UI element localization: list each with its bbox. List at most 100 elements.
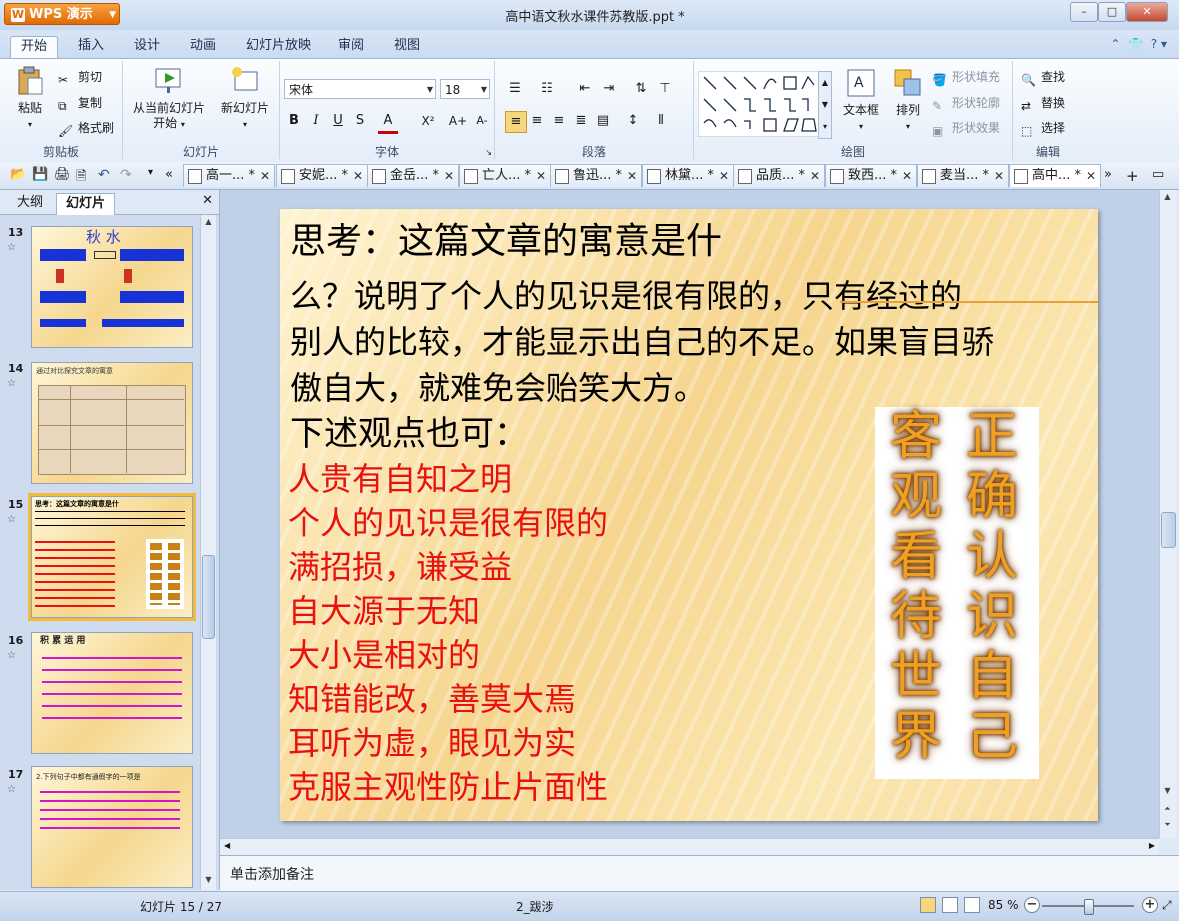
document-tab[interactable]: 安妮... * ✕: [276, 164, 368, 187]
undo-icon[interactable]: ↶: [98, 167, 114, 183]
text-direction-icon[interactable]: ⇅: [631, 79, 651, 99]
document-tab[interactable]: 鲁迅... * ✕: [550, 164, 642, 187]
document-tab[interactable]: 亡人... * ✕: [459, 164, 551, 187]
close-tab-icon[interactable]: ✕: [444, 165, 454, 187]
justify-icon[interactable]: ≣: [571, 111, 591, 131]
superscript-button[interactable]: X²: [418, 111, 438, 131]
shirt-icon[interactable]: 👕: [1128, 37, 1143, 51]
italic-button[interactable]: I: [306, 111, 326, 131]
slides-pane-scrollbar[interactable]: ▲ ▼: [200, 215, 216, 890]
new-tab-icon[interactable]: +: [1126, 167, 1142, 185]
close-tab-icon[interactable]: ✕: [902, 165, 912, 187]
red-point[interactable]: 克服主观性防止片面性: [288, 765, 608, 809]
align-center-icon[interactable]: ≡: [527, 111, 547, 131]
document-tab[interactable]: 金岳... * ✕: [367, 164, 459, 187]
document-tab[interactable]: 高一... * ✕: [183, 164, 275, 187]
redo-icon[interactable]: ↷: [120, 167, 136, 183]
align-left-icon[interactable]: ≡: [505, 111, 527, 133]
help-icon[interactable]: ?: [1151, 37, 1157, 51]
shapes-gallery[interactable]: [698, 71, 830, 137]
cut-button[interactable]: ✂ 剪切: [58, 67, 102, 87]
tab-slides[interactable]: 幻灯片: [56, 193, 116, 215]
slide-thumbnail[interactable]: 秋 水: [31, 226, 193, 348]
notes-placeholder[interactable]: 单击添加备注: [230, 864, 314, 884]
zoom-slider-thumb[interactable]: [1084, 899, 1094, 915]
close-pane-icon[interactable]: ✕: [202, 193, 213, 208]
dialog-launcher-icon[interactable]: ↘: [485, 148, 492, 157]
app-menu-button[interactable]: W WPS 演示 ▼: [4, 3, 120, 25]
scroll-up-icon[interactable]: ▲: [201, 217, 216, 226]
font-color-button[interactable]: A: [378, 111, 398, 134]
shrink-font-button[interactable]: A-: [472, 111, 492, 131]
find-button[interactable]: 🔍 查找: [1021, 67, 1065, 87]
bold-button[interactable]: B: [284, 111, 304, 131]
close-tab-icon[interactable]: ✕: [353, 165, 363, 187]
tab-insert[interactable]: 插入: [68, 36, 114, 58]
slide-thumbnail-selected[interactable]: 思考：这篇文章的寓意是什: [28, 493, 196, 621]
scroll-right-icon[interactable]: ▶: [1149, 841, 1155, 850]
textbox-button[interactable]: A 文本框 ▾: [838, 67, 884, 134]
tab-review[interactable]: 审阅: [328, 36, 374, 58]
close-tab-icon[interactable]: ✕: [810, 165, 820, 187]
document-tab[interactable]: 麦当... * ✕: [917, 164, 1009, 187]
bullets-icon[interactable]: ☰: [505, 79, 525, 99]
close-tab-icon[interactable]: ✕: [536, 165, 546, 187]
open-folder-icon[interactable]: 📂: [10, 167, 26, 183]
document-tab[interactable]: 致西... * ✕: [825, 164, 917, 187]
collapse-ribbon-icon[interactable]: ⌃: [1110, 37, 1120, 51]
underline-button[interactable]: U: [328, 111, 348, 131]
restore-button[interactable]: □: [1098, 2, 1126, 22]
numbering-icon[interactable]: ☷: [537, 79, 557, 99]
tab-list-icon[interactable]: ▭: [1152, 167, 1168, 183]
scrollbar-thumb[interactable]: [202, 555, 215, 639]
zoom-level[interactable]: 85 %: [988, 898, 1019, 912]
grow-font-button[interactable]: A+: [448, 111, 468, 131]
select-button[interactable]: ⬚ 选择: [1021, 118, 1065, 138]
slide-text-line[interactable]: 下述观点也可：: [290, 411, 528, 457]
paste-button[interactable]: 粘贴 ▾: [8, 65, 52, 132]
tab-slideshow[interactable]: 幻灯片放映: [236, 36, 321, 58]
shape-effect-button[interactable]: ▣ 形状效果: [932, 118, 1000, 138]
slide-text-line[interactable]: 傲自大，就难免会贻笑大方。: [290, 365, 706, 411]
slide-thumbnail[interactable]: 积 累 运 用: [31, 632, 193, 754]
font-size-select[interactable]: 18 ▼: [440, 79, 490, 99]
play-from-current-button[interactable]: 从当前幻灯片 开始 ▾: [127, 65, 211, 132]
red-point[interactable]: 大小是相对的: [288, 633, 480, 677]
tab-outline[interactable]: 大纲: [8, 193, 52, 214]
document-tab[interactable]: 高中... * ✕: [1009, 164, 1101, 187]
print-preview-icon[interactable]: 🗎: [76, 167, 92, 184]
tab-scroll-left-icon[interactable]: «: [165, 167, 181, 183]
print-icon[interactable]: 🖨: [54, 167, 71, 183]
red-point[interactable]: 满招损，谦受益: [288, 545, 512, 589]
minimize-button[interactable]: –: [1070, 2, 1098, 22]
distribute-icon[interactable]: ▤: [593, 111, 613, 131]
scroll-down-icon[interactable]: ▼: [1160, 786, 1175, 795]
document-tab[interactable]: 品质... * ✕: [733, 164, 825, 187]
replace-button[interactable]: ⇄ 替换: [1021, 93, 1065, 113]
format-painter-button[interactable]: 🖌 格式刷: [58, 118, 114, 138]
slide-sorter-icon[interactable]: [942, 897, 958, 913]
copy-button[interactable]: ⧉ 复制: [58, 93, 102, 113]
close-button[interactable]: ✕: [1126, 2, 1168, 22]
arrange-button[interactable]: 排列 ▾: [888, 67, 928, 134]
slide-text-line[interactable]: 么？说明了个人的见识是很有限的，只有经过的: [290, 273, 962, 319]
slide-thumbnail[interactable]: 2.下列句子中都有通假字的一项是: [31, 766, 193, 888]
shapes-scroll[interactable]: ▲ ▼ ▾: [818, 71, 832, 139]
scroll-down-icon[interactable]: ▼: [201, 875, 216, 884]
align-right-icon[interactable]: ≡: [549, 111, 569, 131]
decrease-indent-icon[interactable]: ⇤: [575, 79, 595, 99]
next-slide-icon[interactable]: ⏷: [1160, 820, 1175, 830]
new-slide-button[interactable]: 新幻灯片 ▾: [217, 65, 273, 132]
red-point[interactable]: 个人的见识是很有限的: [288, 501, 608, 545]
fit-window-icon[interactable]: ⤢: [1162, 898, 1172, 913]
chevron-down-icon[interactable]: ▾: [1161, 37, 1167, 51]
red-point[interactable]: 人贵有自知之明: [288, 457, 512, 501]
increase-indent-icon[interactable]: ⇥: [599, 79, 619, 99]
close-tab-icon[interactable]: ✕: [994, 165, 1004, 187]
red-point[interactable]: 耳听为虚，眼见为实: [288, 721, 576, 765]
save-icon[interactable]: 💾: [32, 167, 48, 183]
line-spacing-icon[interactable]: ↕: [623, 111, 643, 131]
shape-outline-button[interactable]: ✎ 形状轮廓: [932, 93, 1000, 113]
close-tab-icon[interactable]: ✕: [719, 165, 729, 187]
zoom-in-icon[interactable]: +: [1142, 897, 1158, 913]
